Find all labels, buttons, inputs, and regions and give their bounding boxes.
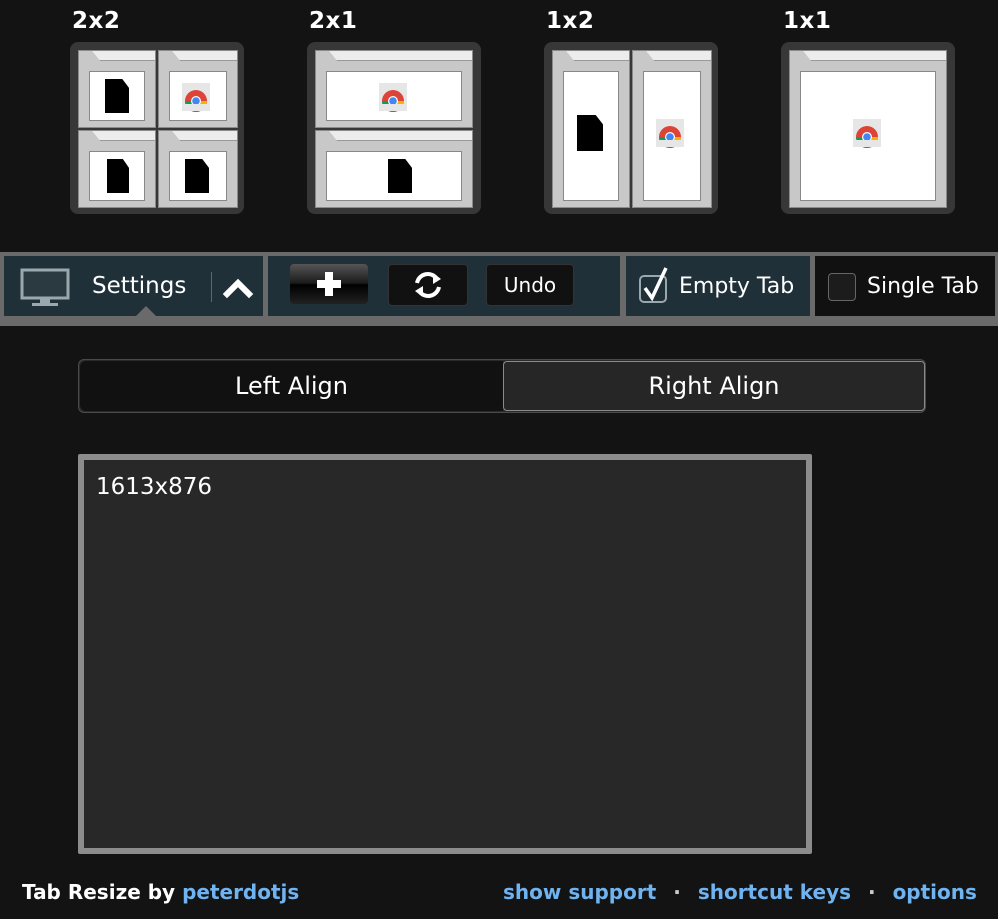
- settings-pointer: [134, 306, 158, 318]
- options-link[interactable]: options: [893, 880, 977, 904]
- window-thumbnail: [789, 50, 947, 208]
- chevron-up-icon[interactable]: [222, 274, 254, 300]
- undo-button[interactable]: Undo: [486, 264, 574, 306]
- layout-button-2x2[interactable]: [70, 42, 244, 214]
- window-thumbnail: [158, 130, 238, 208]
- window-thumbnail: [552, 50, 630, 208]
- window-thumbnail: [78, 130, 156, 208]
- window-thumbnail: [158, 50, 238, 128]
- layout-label-2x2: 2x2: [72, 8, 121, 34]
- show-support-link[interactable]: show support: [503, 880, 656, 904]
- resolution-label: 1613x876: [96, 474, 213, 500]
- window-thumbnail: [315, 50, 473, 128]
- shortcut-keys-link[interactable]: shortcut keys: [698, 880, 851, 904]
- chrome-store-icon: [853, 119, 881, 148]
- right-align-button[interactable]: Right Align: [503, 361, 925, 411]
- separator-dot: ·: [673, 880, 681, 904]
- layout-label-2x1: 2x1: [309, 8, 358, 34]
- divider: [211, 272, 212, 302]
- layout-label-1x2: 1x2: [546, 8, 595, 34]
- checkbox-unchecked-icon: [828, 273, 856, 301]
- footer-credit: Tab Resize by peterdotjs: [22, 880, 299, 904]
- plus-icon: [317, 272, 341, 296]
- toolbar: Settings Undo Empty Tab Single Tab: [0, 252, 998, 326]
- window-thumbnail: [78, 50, 156, 128]
- settings-label: Settings: [92, 273, 187, 299]
- refresh-icon: [415, 272, 441, 298]
- document-icon: [185, 159, 209, 193]
- reset-button[interactable]: [388, 264, 468, 306]
- window-thumbnail: [632, 50, 712, 208]
- layout-label-1x1: 1x1: [783, 8, 832, 34]
- brand-text: Tab Resize by: [22, 880, 176, 904]
- document-icon: [107, 159, 129, 193]
- chrome-store-icon: [182, 83, 210, 112]
- window-thumbnail: [315, 130, 473, 208]
- empty-tab-label: Empty Tab: [679, 274, 795, 299]
- separator-dot: ·: [867, 880, 876, 904]
- single-tab-toggle[interactable]: Single Tab: [815, 256, 995, 316]
- document-icon: [105, 79, 129, 113]
- left-align-button[interactable]: Left Align: [80, 361, 503, 411]
- layout-button-1x1[interactable]: [781, 42, 955, 214]
- single-tab-label: Single Tab: [867, 274, 979, 299]
- settings-segment[interactable]: Settings: [4, 256, 263, 318]
- alignment-toggle: Left Align Right Align: [78, 359, 926, 413]
- chrome-store-icon: [656, 119, 684, 148]
- layout-button-1x2[interactable]: [544, 42, 718, 214]
- document-icon: [388, 159, 412, 193]
- author-link[interactable]: peterdotjs: [182, 880, 299, 904]
- add-layout-button[interactable]: [290, 264, 368, 304]
- chrome-store-icon: [379, 83, 407, 112]
- document-icon: [577, 115, 603, 151]
- checkbox-checked-icon: [639, 267, 668, 303]
- layout-button-2x1[interactable]: [307, 42, 481, 214]
- monitor-icon: [20, 268, 70, 306]
- actions-segment: Undo: [268, 256, 620, 316]
- footer-links: show support · shortcut keys · options: [503, 880, 977, 904]
- screen-preview: 1613x876: [78, 454, 812, 854]
- empty-tab-toggle[interactable]: Empty Tab: [626, 256, 810, 316]
